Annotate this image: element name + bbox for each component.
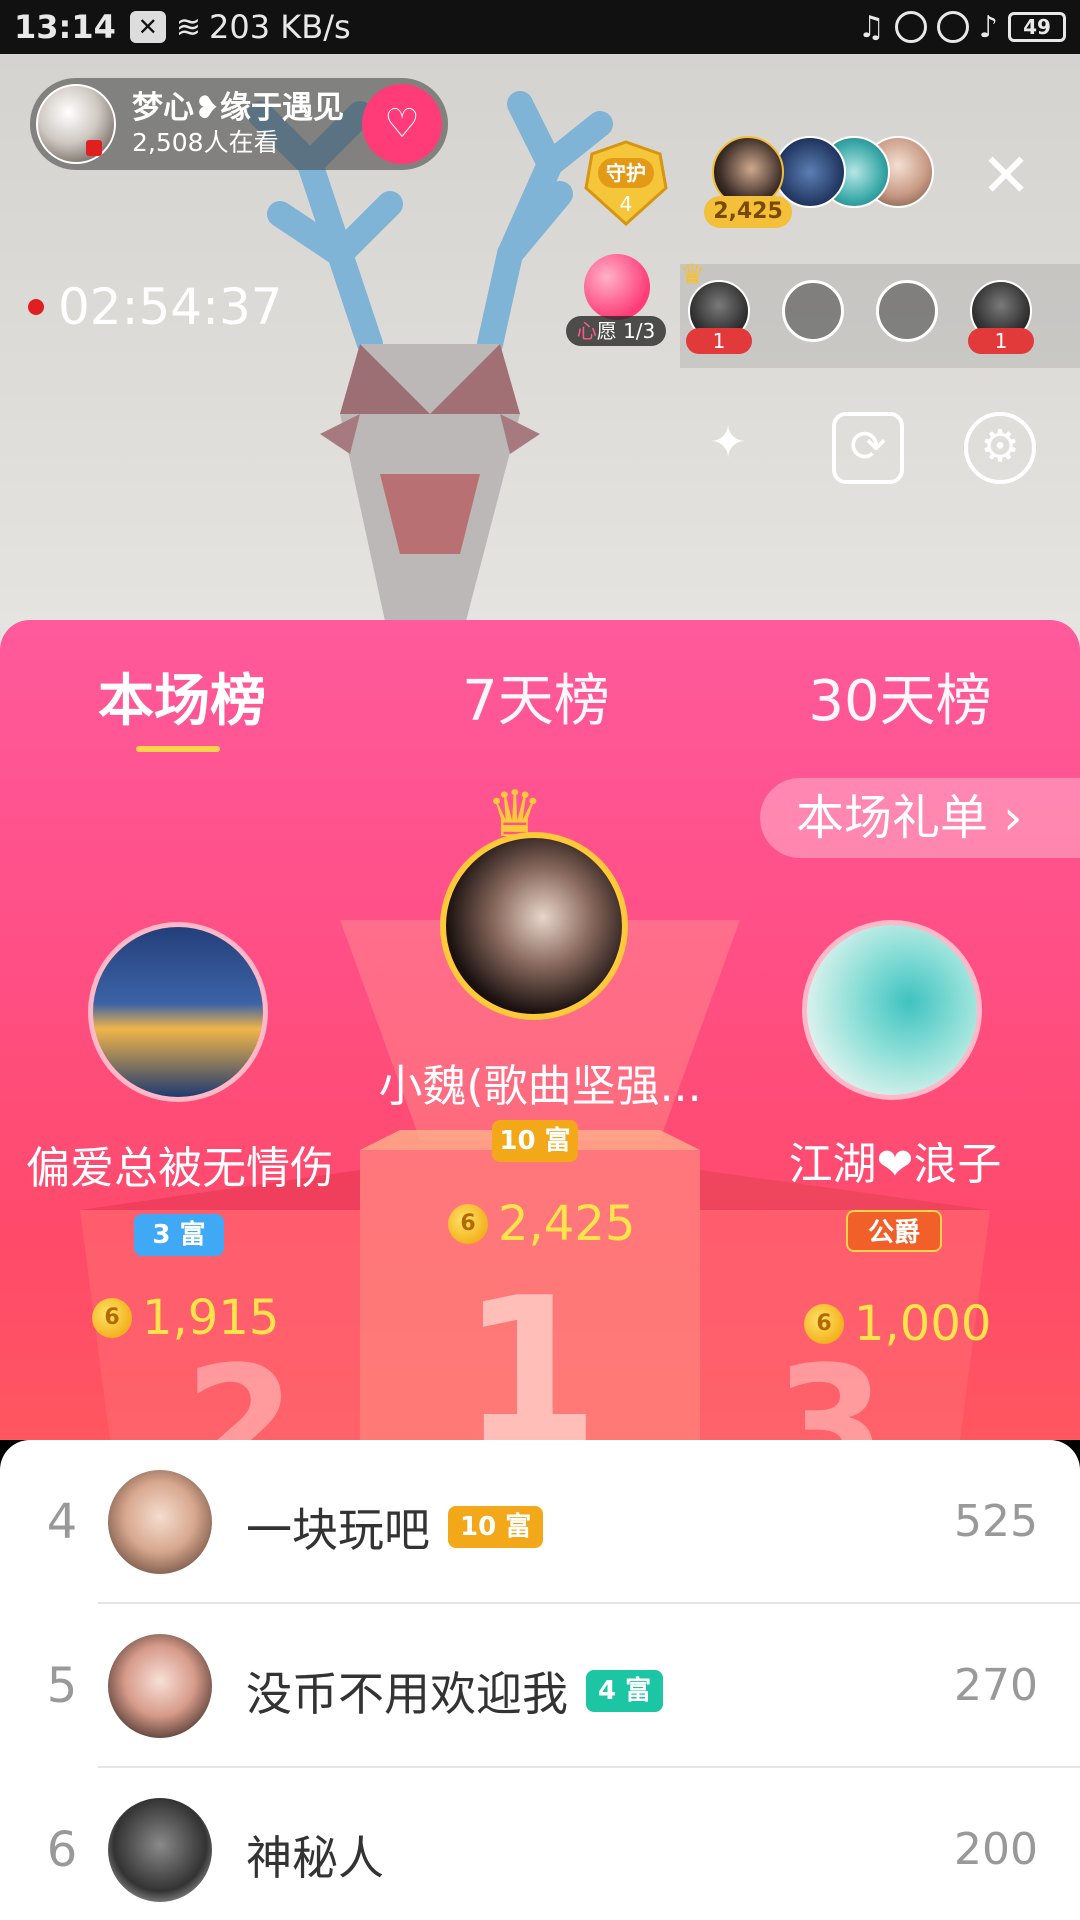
crown-icon: ♛: [680, 258, 706, 291]
list-score: 525: [954, 1496, 1038, 1547]
heart-icon: [584, 254, 650, 320]
camera-switch-icon: ⟳: [849, 421, 887, 472]
ranking-list: 4 一块玩吧 10 富 525 5 没币不用欢迎我 4 富 270 6 神秘人: [0, 1440, 1080, 1920]
wifi-icon: ≋: [175, 9, 201, 45]
list-score: 270: [954, 1660, 1038, 1711]
guard-label: 守护: [598, 158, 654, 188]
rank-3-name: 江湖❤浪子: [788, 1139, 1002, 1190]
list-score: 200: [954, 1824, 1038, 1875]
list-name-text: 神秘人: [246, 1831, 384, 1885]
list-rank: 4: [46, 1494, 78, 1550]
host-avatar[interactable]: [36, 84, 116, 164]
coin-icon: 6: [804, 1304, 844, 1344]
status-right-icons: ♫ ♪ 49: [858, 10, 1066, 45]
seat-count-4: 1: [968, 328, 1034, 354]
tab-30-days[interactable]: 30天榜: [800, 656, 1000, 737]
gear-icon: ⚙: [980, 421, 1020, 472]
tab-7-days[interactable]: 7天榜: [446, 656, 626, 737]
live-room-screen: 13:14 ✕ ≋ 203 KB/s ♫ ♪ 49 梦心❥缘于遇见 2,508人…: [0, 0, 1080, 1920]
alarm-icon: [936, 11, 969, 43]
list-rank: 5: [46, 1658, 78, 1714]
flag-icon: [86, 140, 102, 156]
magic-wand-button[interactable]: ✦: [692, 412, 764, 484]
battery-icon: 49: [1008, 12, 1066, 42]
rank-1-name: 小魏(歌曲坚强...: [378, 1061, 702, 1112]
settings-button[interactable]: ⚙: [964, 412, 1036, 484]
active-tab-indicator: [136, 746, 220, 752]
avatar[interactable]: [108, 1634, 212, 1738]
rank-1-badge: 10 富: [492, 1120, 578, 1162]
live-dot-icon: [28, 299, 44, 315]
guard-count: 4: [619, 192, 633, 216]
mic-seat-bar: ♛ 1 1: [680, 258, 1080, 368]
rank-2-coins-value: 1,915: [142, 1290, 280, 1346]
list-badge: 10 富: [448, 1506, 544, 1548]
rank-3-coins-value: 1,000: [854, 1296, 992, 1352]
magic-wand-icon: ✦: [709, 417, 747, 468]
host-info: 梦心❥缘于遇见 2,508人在看: [132, 89, 344, 159]
wish-progress: 愿 1/3: [596, 319, 656, 343]
mute-icon: ♫: [857, 9, 885, 45]
close-icon: ✕: [980, 141, 1032, 211]
avatar[interactable]: [108, 1470, 212, 1574]
rank-1-avatar[interactable]: [440, 832, 628, 1020]
lock-rotation-icon: [894, 11, 927, 43]
rank-3-avatar[interactable]: [802, 920, 982, 1100]
list-name-text: 一块玩吧: [246, 1503, 430, 1557]
headphones-icon: ♪: [978, 9, 998, 45]
list-item[interactable]: 4 一块玩吧 10 富 525: [0, 1440, 1080, 1604]
live-video[interactable]: 梦心❥缘于遇见 2,508人在看 ♡ 守护 4 2,425 ✕ 02:54:37…: [0, 54, 1080, 694]
camera-switch-button[interactable]: ⟳: [832, 412, 904, 484]
wish-button[interactable]: 心愿 1/3: [566, 254, 666, 350]
wish-prefix: 心: [576, 319, 597, 343]
status-bar: 13:14 ✕ ≋ 203 KB/s ♫ ♪ 49: [0, 0, 1080, 54]
rank-1-coins-value: 2,425: [498, 1196, 636, 1252]
timer-text: 02:54:37: [58, 278, 283, 336]
coin-icon: 6: [92, 1298, 132, 1338]
ranking-panel: 本场榜 7天榜 30天榜 本场礼单 › 1 2 3 ♛ 小魏(歌曲坚强... 1…: [0, 620, 1080, 1440]
rank-2-name: 偏爱总被无情伤: [26, 1143, 334, 1194]
svg-text:1: 1: [460, 1255, 599, 1440]
notification-icon: ✕: [129, 11, 166, 43]
rank-2-badge: 3 富: [134, 1214, 224, 1256]
seat-empty-3[interactable]: [876, 280, 938, 342]
live-timer: 02:54:37: [28, 278, 283, 336]
tab-current-session[interactable]: 本场榜: [92, 656, 272, 737]
rank-3-coins: 6 1,000: [804, 1296, 991, 1352]
ranking-tabs: 本场榜 7天榜 30天榜: [0, 640, 1080, 752]
seat-empty-2[interactable]: [782, 280, 844, 342]
list-name: 神秘人: [246, 1822, 384, 1888]
heart-plus-icon: ♡: [384, 101, 420, 147]
follow-button[interactable]: ♡: [362, 84, 442, 164]
top-viewers[interactable]: 2,425: [704, 136, 952, 228]
list-name-text: 没币不用欢迎我: [246, 1667, 568, 1721]
top-viewer-coins: 2,425: [704, 196, 792, 228]
host-name: 梦心❥缘于遇见: [132, 90, 344, 126]
list-rank: 6: [46, 1822, 78, 1878]
network-speed: 203 KB/s: [209, 8, 351, 46]
guard-badge[interactable]: 守护 4: [580, 140, 672, 227]
rank-3-badge: 公爵: [846, 1210, 942, 1252]
rank-2-coins: 6 1,915: [92, 1290, 279, 1346]
wish-label: 心愿 1/3: [566, 316, 666, 346]
list-item[interactable]: 6 神秘人 200: [0, 1768, 1080, 1920]
rank-1-coins: 6 2,425: [448, 1196, 635, 1252]
viewer-avatar[interactable]: [774, 136, 846, 208]
list-badge: 4 富: [586, 1670, 664, 1712]
status-time: 13:14: [14, 8, 116, 46]
gift-list-button[interactable]: 本场礼单 ›: [760, 778, 1080, 858]
mystery-user-avatar[interactable]: [108, 1798, 212, 1902]
viewer-count: 2,508人在看: [132, 128, 279, 157]
list-name: 没币不用欢迎我 4 富: [246, 1658, 664, 1724]
list-item[interactable]: 5 没币不用欢迎我 4 富 270: [0, 1604, 1080, 1768]
svg-text:2: 2: [184, 1331, 295, 1440]
seat-count-1: 1: [686, 328, 752, 354]
list-name: 一块玩吧 10 富: [246, 1494, 544, 1560]
close-button[interactable]: ✕: [978, 146, 1034, 206]
coin-icon: 6: [448, 1204, 488, 1244]
rank-2-avatar[interactable]: [88, 922, 268, 1102]
host-info-pill[interactable]: 梦心❥缘于遇见 2,508人在看 ♡: [30, 78, 448, 170]
